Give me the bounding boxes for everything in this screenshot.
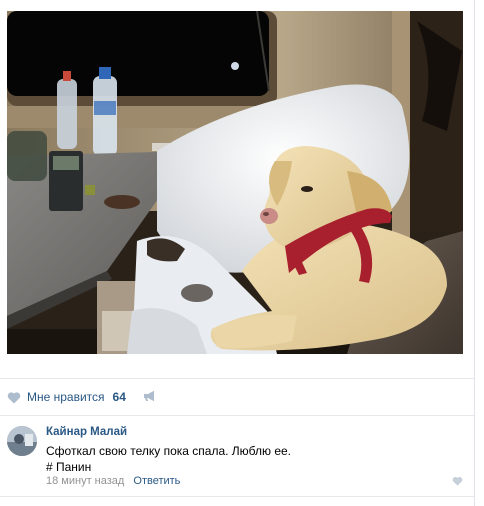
comment-text-line: Сфоткал свою телку пока спала. Люблю ее. xyxy=(46,444,292,458)
comment-text: Сфоткал свою телку пока спала. Люблю ее.… xyxy=(46,443,291,475)
comment-timestamp[interactable]: 18 минут назад xyxy=(46,475,124,487)
divider xyxy=(0,496,474,497)
heart-icon xyxy=(7,391,21,403)
share-megaphone-icon[interactable] xyxy=(143,390,157,402)
post: Мне нравится 64 Кайнар Малай Сфоткал сво… xyxy=(0,0,475,506)
heart-icon[interactable] xyxy=(452,476,463,486)
comment-hashtag: # Панин xyxy=(46,460,92,474)
photo-dog-in-train-bed xyxy=(7,11,463,354)
like-label: Мне нравится xyxy=(27,390,105,404)
post-actions-bar: Мне нравится 64 xyxy=(0,378,474,416)
avatar-image xyxy=(7,426,37,456)
reply-button[interactable]: Ответить xyxy=(133,475,180,487)
comment-meta: 18 минут назад Ответить xyxy=(46,475,180,487)
avatar[interactable] xyxy=(7,426,37,456)
post-photo[interactable] xyxy=(7,11,463,354)
comment-author-link[interactable]: Кайнар Малай xyxy=(46,426,127,438)
like-count: 64 xyxy=(112,390,126,404)
comment-item: Кайнар Малай Сфоткал свою телку пока спа… xyxy=(0,415,474,495)
like-button[interactable]: Мне нравится 64 xyxy=(7,388,126,406)
